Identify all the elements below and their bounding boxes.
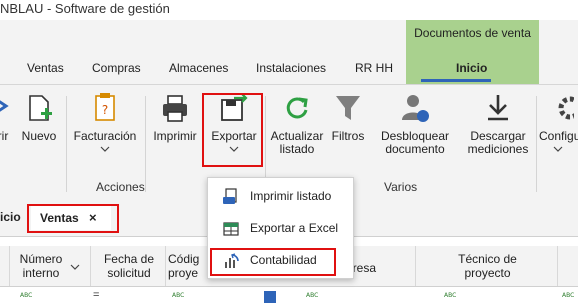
facturacion-label: Facturación: [73, 129, 137, 143]
configurar-label: Configu: [539, 129, 578, 143]
chevron-down-icon: [100, 146, 110, 152]
menu-item-exportar-excel[interactable]: Exportar a Excel: [208, 214, 353, 242]
tab-ventas[interactable]: Ventas: [27, 61, 64, 75]
column-header-tecnico-proyecto[interactable]: Técnico de proyecto: [430, 252, 545, 280]
column-separator: [557, 246, 558, 286]
new-document-icon: [29, 95, 52, 121]
descargar-mediciones-button[interactable]: Descargar mediciones: [462, 92, 534, 156]
invoice-icon: ?: [95, 93, 115, 121]
column-header-fecha-solicitud[interactable]: Fecha de solicitud: [94, 252, 164, 280]
text-filter-icon: ABC: [444, 292, 457, 299]
tab-compras[interactable]: Compras: [92, 61, 141, 75]
ribbon-separator: [145, 96, 146, 192]
table-row[interactable]: [0, 287, 578, 303]
configurar-button[interactable]: Configu: [539, 92, 578, 152]
column-separator: [9, 246, 10, 286]
active-tab-underline: [421, 79, 491, 82]
printer-icon: [163, 95, 187, 122]
column-separator: [415, 246, 416, 286]
excel-icon: [223, 222, 239, 236]
column-header-codigo-proyecto[interactable]: Códig proye: [168, 252, 208, 280]
svg-text:?: ?: [102, 103, 108, 117]
column-header-numero-interno[interactable]: Número interno: [12, 252, 70, 280]
doc-tab-inicio[interactable]: icio: [0, 210, 21, 224]
ventas-tab-highlight: [27, 204, 119, 233]
filtros-button[interactable]: Filtros: [328, 92, 368, 143]
arrow-icon: [0, 100, 9, 112]
group-label-acciones: Acciones: [96, 180, 145, 194]
text-filter-icon: ABC: [306, 292, 319, 299]
ribbon-button-partial-label: rir: [0, 129, 9, 143]
imprimir-button[interactable]: Imprimir: [150, 92, 200, 143]
column-header-line: proye: [168, 266, 199, 280]
unlock-user-icon: [402, 95, 429, 122]
ribbon-button-partial[interactable]: rir: [0, 92, 14, 143]
column-header-line: Fecha de: [103, 252, 155, 266]
ribbon-separator: [536, 96, 537, 192]
context-group-title: Documentos de venta: [414, 26, 531, 40]
tab-instalaciones[interactable]: Instalaciones: [256, 61, 326, 75]
column-header-line: Técnico de: [458, 252, 517, 266]
minus-icon[interactable]: [264, 291, 276, 303]
actualizar-label-2: listado: [279, 142, 315, 156]
descargar-label-2: mediciones: [467, 142, 529, 156]
exportar-highlight: [202, 93, 263, 167]
menu-item-imprimir-listado[interactable]: Imprimir listado: [208, 182, 353, 210]
text-filter-icon: ABC: [20, 292, 33, 299]
desbloquear-documento-button[interactable]: Desbloquear documento: [378, 92, 452, 156]
column-header-line: proyecto: [464, 266, 511, 280]
text-filter-icon: ABC: [172, 292, 185, 299]
title-bar: NBLAU - Software de gestión: [0, 0, 578, 20]
nuevo-button[interactable]: Nuevo: [20, 92, 58, 143]
column-header-line: solicitud: [107, 266, 151, 280]
column-header-line: Códig: [168, 252, 200, 266]
filtros-label: Filtros: [331, 129, 365, 143]
tabs-divider: [0, 84, 578, 85]
tab-rrhh[interactable]: RR HH: [355, 61, 393, 75]
tab-inicio[interactable]: Inicio: [456, 61, 487, 75]
nuevo-label: Nuevo: [21, 129, 57, 143]
column-separator: [165, 246, 166, 286]
column-header-line: Número: [19, 252, 63, 266]
chevron-down-icon[interactable]: [70, 264, 80, 270]
gear-icon: [558, 96, 574, 120]
text-filter-icon: ABC: [562, 292, 575, 299]
chevron-down-icon: [553, 146, 563, 152]
filter-icon: [336, 96, 360, 120]
column-separator: [90, 246, 91, 286]
contabilidad-highlight: [210, 248, 336, 276]
equals-filter-icon: =: [93, 289, 100, 301]
ribbon-separator: [66, 96, 67, 192]
tab-almacenes[interactable]: Almacenes: [169, 61, 228, 75]
column-header-line: interno: [22, 266, 60, 280]
refresh-icon: [286, 97, 308, 119]
download-icon: [488, 95, 508, 121]
menu-item-label: Imprimir listado: [250, 189, 332, 203]
menu-item-label: Exportar a Excel: [250, 221, 339, 235]
facturacion-button[interactable]: ? Facturación: [70, 92, 140, 152]
window-title: NBLAU - Software de gestión: [0, 1, 170, 16]
desbloquear-label-2: documento: [385, 142, 445, 156]
print-list-icon: [223, 188, 237, 204]
group-label-varios: Varios: [384, 180, 418, 194]
imprimir-label: Imprimir: [153, 129, 197, 143]
actualizar-listado-button[interactable]: Actualizar listado: [269, 92, 325, 156]
